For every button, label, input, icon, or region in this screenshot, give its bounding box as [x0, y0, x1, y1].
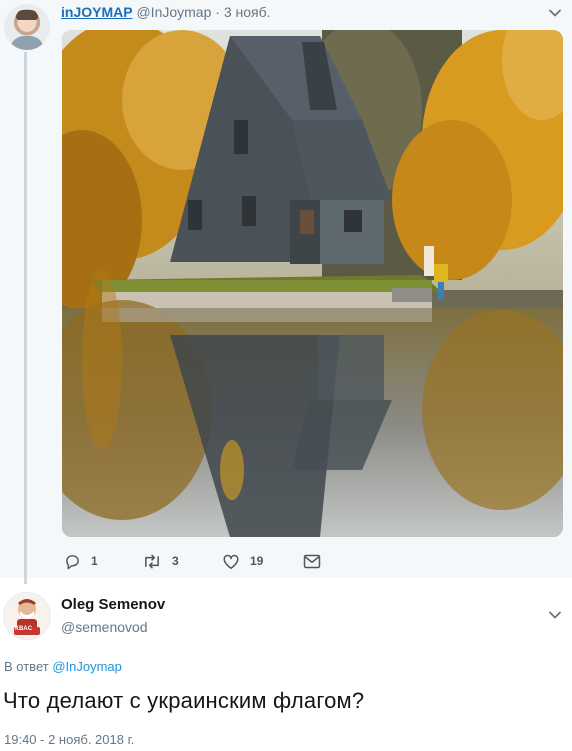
replying-to-line: В ответ @InJoymap [4, 659, 122, 674]
lake-house-photo [62, 30, 563, 537]
retweet-count: 3 [172, 554, 179, 568]
chevron-down-icon[interactable] [548, 6, 562, 20]
avatar-badge-text: КВАС [15, 626, 33, 632]
parent-tweet-actions: 1 3 19 [62, 550, 362, 572]
tweet-photo[interactable] [62, 30, 563, 537]
retweet-icon [145, 554, 159, 568]
reply-tweet-text: Что делают с украинским флагом? [3, 688, 365, 713]
reply-icon [66, 554, 79, 569]
reply-action[interactable]: 1 [64, 550, 98, 572]
like-count: 19 [250, 554, 264, 568]
heart-icon [223, 554, 239, 569]
parent-tweet-header: inJOYMAP @InJoymap · 3 нояб. [61, 3, 271, 21]
avatar-hair [16, 10, 38, 20]
thread-connector-line [24, 52, 27, 584]
reply-author-name[interactable]: Oleg Semenov [61, 596, 165, 613]
oleg-semenov-avatar[interactable]: КВАС [3, 592, 51, 640]
injoymap-avatar[interactable] [4, 4, 50, 50]
retweet-action[interactable]: 3 [142, 550, 179, 572]
handle-and-date[interactable]: @InJoymap · 3 нояб. [136, 4, 270, 20]
like-action[interactable]: 19 [222, 550, 263, 572]
replying-to-handle-link[interactable]: @InJoymap [52, 659, 122, 674]
author-name[interactable]: inJOYMAP [61, 4, 133, 20]
message-icon [303, 554, 321, 568]
kvas-mascot-logo [4, 593, 50, 639]
reply-author-handle[interactable]: @semenovod [61, 619, 148, 635]
replying-to-label: В ответ [4, 659, 49, 674]
avatar-shirt [10, 36, 44, 50]
direct-message-action[interactable] [303, 550, 331, 572]
chevron-down-icon[interactable] [548, 608, 562, 622]
reply-timestamp[interactable]: 19:40 - 2 нояб. 2018 г. [4, 732, 134, 747]
reply-count: 1 [91, 554, 98, 568]
